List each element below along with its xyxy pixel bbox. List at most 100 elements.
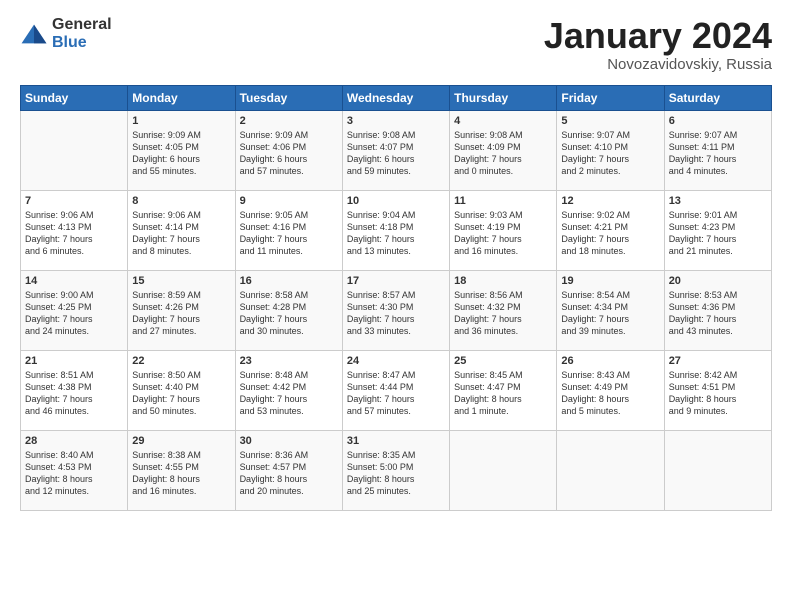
week-row-4: 21Sunrise: 8:51 AM Sunset: 4:38 PM Dayli… — [21, 350, 772, 430]
calendar-cell: 13 Sunrise: 9:01 AM Sunset: 4:23 PM Dayli… — [664, 190, 771, 270]
cell-content: Sunrise: 8:42 AM Sunset: 4:51 PM Dayligh… — [669, 369, 767, 418]
day-number: 12 — [561, 195, 659, 207]
calendar-cell — [21, 110, 128, 190]
calendar-cell: 6 Sunrise: 9:07 AM Sunset: 4:11 PM Daylig… — [664, 110, 771, 190]
cell-content: Sunrise: 8:36 AM Sunset: 4:57 PM Dayligh… — [240, 449, 338, 498]
day-number: 7 — [25, 195, 123, 207]
day-number: 10 — [347, 195, 445, 207]
weekday-header-saturday: Saturday — [664, 85, 771, 110]
logo-icon — [20, 23, 48, 45]
cell-content: Sunrise: 8:59 AM Sunset: 4:26 PM Dayligh… — [132, 289, 230, 338]
weekday-header-sunday: Sunday — [21, 85, 128, 110]
cell-content: Sunrise: 9:03 AM Sunset: 4:19 PM Dayligh… — [454, 209, 552, 258]
calendar-cell — [664, 430, 771, 510]
calendar-cell: 24Sunrise: 8:47 AM Sunset: 4:44 PM Dayli… — [342, 350, 449, 430]
cell-content: Sunrise: 9:07 AM Sunset: 4:11 PM Dayligh… — [669, 129, 767, 178]
cell-content: Sunrise: 9:07 AM Sunset: 4:10 PM Dayligh… — [561, 129, 659, 178]
day-number: 20 — [669, 275, 767, 287]
calendar-cell: 18 Sunrise: 8:56 AM Sunset: 4:32 PM Dayli… — [450, 270, 557, 350]
weekday-row: SundayMondayTuesdayWednesdayThursdayFrid… — [21, 85, 772, 110]
calendar-header: SundayMondayTuesdayWednesdayThursdayFrid… — [21, 85, 772, 110]
calendar-cell: 16 Sunrise: 8:58 AM Sunset: 4:28 PM Dayli… — [235, 270, 342, 350]
calendar-cell: 9Sunrise: 9:05 AM Sunset: 4:16 PM Daylig… — [235, 190, 342, 270]
weekday-header-monday: Monday — [128, 85, 235, 110]
day-number: 22 — [132, 355, 230, 367]
logo-general: General — [52, 16, 112, 33]
page: General Blue January 2024 Novozavidovski… — [0, 0, 792, 521]
cell-content: Sunrise: 8:54 AM Sunset: 4:34 PM Dayligh… — [561, 289, 659, 338]
cell-content: Sunrise: 9:08 AM Sunset: 4:09 PM Dayligh… — [454, 129, 552, 178]
day-number: 26 — [561, 355, 659, 367]
day-number: 3 — [347, 115, 445, 127]
day-number: 2 — [240, 115, 338, 127]
calendar-cell: 20Sunrise: 8:53 AM Sunset: 4:36 PM Dayli… — [664, 270, 771, 350]
logo: General Blue — [20, 16, 112, 52]
weekday-header-friday: Friday — [557, 85, 664, 110]
cell-content: Sunrise: 9:02 AM Sunset: 4:21 PM Dayligh… — [561, 209, 659, 258]
cell-content: Sunrise: 9:05 AM Sunset: 4:16 PM Dayligh… — [240, 209, 338, 258]
cell-content: Sunrise: 8:51 AM Sunset: 4:38 PM Dayligh… — [25, 369, 123, 418]
logo-text: General Blue — [52, 16, 112, 52]
calendar-cell: 12 Sunrise: 9:02 AM Sunset: 4:21 PM Dayli… — [557, 190, 664, 270]
calendar-cell: 22 Sunrise: 8:50 AM Sunset: 4:40 PM Dayli… — [128, 350, 235, 430]
cell-content: Sunrise: 9:00 AM Sunset: 4:25 PM Dayligh… — [25, 289, 123, 338]
day-number: 5 — [561, 115, 659, 127]
day-number: 19 — [561, 275, 659, 287]
cell-content: Sunrise: 9:06 AM Sunset: 4:13 PM Dayligh… — [25, 209, 123, 258]
calendar-cell: 23 Sunrise: 8:48 AM Sunset: 4:42 PM Dayli… — [235, 350, 342, 430]
day-number: 14 — [25, 275, 123, 287]
calendar-cell: 10 Sunrise: 9:04 AM Sunset: 4:18 PM Dayli… — [342, 190, 449, 270]
cell-content: Sunrise: 8:56 AM Sunset: 4:32 PM Dayligh… — [454, 289, 552, 338]
cell-content: Sunrise: 9:01 AM Sunset: 4:23 PM Dayligh… — [669, 209, 767, 258]
calendar-cell: 29Sunrise: 8:38 AM Sunset: 4:55 PM Dayli… — [128, 430, 235, 510]
calendar-cell: 31 Sunrise: 8:35 AM Sunset: 5:00 PM Dayli… — [342, 430, 449, 510]
day-number: 18 — [454, 275, 552, 287]
week-row-3: 14 Sunrise: 9:00 AM Sunset: 4:25 PM Dayli… — [21, 270, 772, 350]
cell-content: Sunrise: 8:48 AM Sunset: 4:42 PM Dayligh… — [240, 369, 338, 418]
day-number: 30 — [240, 435, 338, 447]
cell-content: Sunrise: 8:58 AM Sunset: 4:28 PM Dayligh… — [240, 289, 338, 338]
week-row-5: 28Sunrise: 8:40 AM Sunset: 4:53 PM Dayli… — [21, 430, 772, 510]
calendar-body: 1 Sunrise: 9:09 AM Sunset: 4:05 PM Daylig… — [21, 110, 772, 510]
cell-content: Sunrise: 8:50 AM Sunset: 4:40 PM Dayligh… — [132, 369, 230, 418]
calendar-cell: 8Sunrise: 9:06 AM Sunset: 4:14 PM Daylig… — [128, 190, 235, 270]
cell-content: Sunrise: 8:35 AM Sunset: 5:00 PM Dayligh… — [347, 449, 445, 498]
cell-content: Sunrise: 9:04 AM Sunset: 4:18 PM Dayligh… — [347, 209, 445, 258]
month-title: January 2024 — [544, 16, 772, 56]
day-number: 24 — [347, 355, 445, 367]
calendar-cell: 26 Sunrise: 8:43 AM Sunset: 4:49 PM Dayli… — [557, 350, 664, 430]
day-number: 23 — [240, 355, 338, 367]
day-number: 27 — [669, 355, 767, 367]
cell-content: Sunrise: 9:09 AM Sunset: 4:05 PM Dayligh… — [132, 129, 230, 178]
title-block: January 2024 Novozavidovskiy, Russia — [544, 16, 772, 73]
day-number: 6 — [669, 115, 767, 127]
calendar-cell: 19 Sunrise: 8:54 AM Sunset: 4:34 PM Dayli… — [557, 270, 664, 350]
calendar-cell: 2 Sunrise: 9:09 AM Sunset: 4:06 PM Daylig… — [235, 110, 342, 190]
cell-content: Sunrise: 9:09 AM Sunset: 4:06 PM Dayligh… — [240, 129, 338, 178]
calendar-cell: 7 Sunrise: 9:06 AM Sunset: 4:13 PM Daylig… — [21, 190, 128, 270]
cell-content: Sunrise: 9:06 AM Sunset: 4:14 PM Dayligh… — [132, 209, 230, 258]
day-number: 31 — [347, 435, 445, 447]
day-number: 1 — [132, 115, 230, 127]
cell-content: Sunrise: 8:43 AM Sunset: 4:49 PM Dayligh… — [561, 369, 659, 418]
day-number: 28 — [25, 435, 123, 447]
calendar-cell: 4 Sunrise: 9:08 AM Sunset: 4:09 PM Daylig… — [450, 110, 557, 190]
week-row-2: 7 Sunrise: 9:06 AM Sunset: 4:13 PM Daylig… — [21, 190, 772, 270]
header: General Blue January 2024 Novozavidovski… — [20, 16, 772, 73]
cell-content: Sunrise: 8:38 AM Sunset: 4:55 PM Dayligh… — [132, 449, 230, 498]
cell-content: Sunrise: 8:45 AM Sunset: 4:47 PM Dayligh… — [454, 369, 552, 418]
calendar-table: SundayMondayTuesdayWednesdayThursdayFrid… — [20, 85, 772, 511]
calendar-cell: 15 Sunrise: 8:59 AM Sunset: 4:26 PM Dayli… — [128, 270, 235, 350]
day-number: 13 — [669, 195, 767, 207]
calendar-cell: 30 Sunrise: 8:36 AM Sunset: 4:57 PM Dayli… — [235, 430, 342, 510]
day-number: 16 — [240, 275, 338, 287]
calendar-cell: 27 Sunrise: 8:42 AM Sunset: 4:51 PM Dayli… — [664, 350, 771, 430]
day-number: 17 — [347, 275, 445, 287]
day-number: 4 — [454, 115, 552, 127]
weekday-header-tuesday: Tuesday — [235, 85, 342, 110]
calendar-cell: 1 Sunrise: 9:09 AM Sunset: 4:05 PM Daylig… — [128, 110, 235, 190]
location: Novozavidovskiy, Russia — [544, 56, 772, 73]
cell-content: Sunrise: 9:08 AM Sunset: 4:07 PM Dayligh… — [347, 129, 445, 178]
cell-content: Sunrise: 8:57 AM Sunset: 4:30 PM Dayligh… — [347, 289, 445, 338]
day-number: 15 — [132, 275, 230, 287]
